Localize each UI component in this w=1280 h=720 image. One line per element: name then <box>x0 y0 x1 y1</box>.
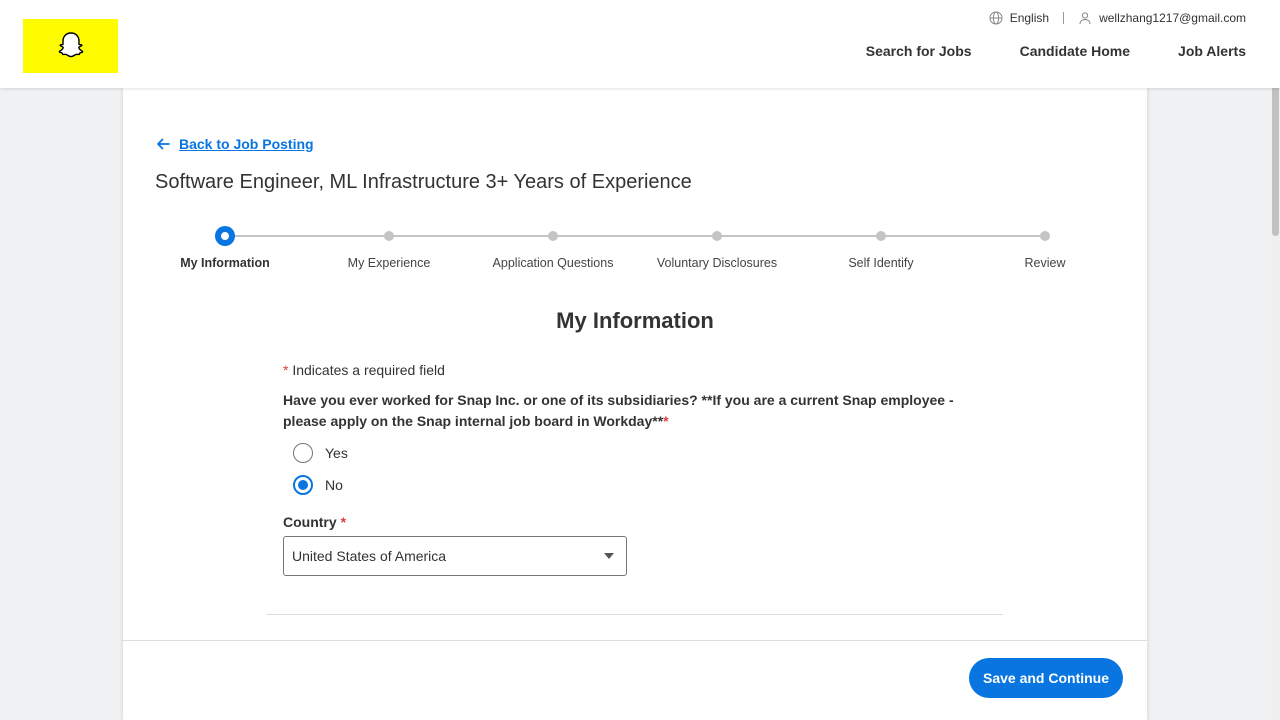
step-indicator <box>1040 231 1050 241</box>
step-indicator <box>384 231 394 241</box>
required-asterisk: * <box>663 413 669 429</box>
my-information-form: * Indicates a required field Have you ev… <box>283 362 983 576</box>
step-self-identify: Self Identify <box>801 228 961 270</box>
language-selector[interactable]: English <box>1010 11 1049 25</box>
country-value: United States of America <box>292 548 447 564</box>
step-indicator <box>876 231 886 241</box>
back-to-job-posting-link[interactable]: Back to Job Posting <box>155 136 314 152</box>
user-icon <box>1078 11 1092 25</box>
country-select[interactable]: United States of America <box>283 536 627 576</box>
chevron-down-icon <box>604 553 614 559</box>
main-nav: Search for Jobs Candidate Home Job Alert… <box>818 43 1246 59</box>
step-voluntary-disclosures: Voluntary Disclosures <box>637 228 797 270</box>
nav-candidate-home[interactable]: Candidate Home <box>1020 43 1130 59</box>
step-my-experience: My Experience <box>309 228 469 270</box>
back-link-label: Back to Job Posting <box>179 136 314 152</box>
step-label: Review <box>1024 256 1066 270</box>
step-label: Application Questions <box>492 256 614 270</box>
progress-stepper: My Information My Experience Application… <box>123 226 1147 278</box>
question-text: Have you ever worked for Snap Inc. or on… <box>283 392 954 429</box>
step-review: Review <box>965 228 1125 270</box>
radio-button-no-selected[interactable] <box>293 475 313 495</box>
required-field-note: * Indicates a required field <box>283 362 983 378</box>
step-application-questions: Application Questions <box>473 228 633 270</box>
step-indicator <box>548 231 558 241</box>
radio-label: Yes <box>325 445 348 461</box>
country-label-text: Country <box>283 514 337 530</box>
country-label: Country * <box>283 514 983 530</box>
radio-button-yes[interactable] <box>293 443 313 463</box>
section-title: My Information <box>556 308 714 333</box>
top-bar: English wellzhang1217@gmail.com Search f… <box>0 0 1280 88</box>
step-label: My Information <box>180 256 270 270</box>
required-asterisk: * <box>340 514 347 530</box>
required-note-text: Indicates a required field <box>292 362 445 378</box>
radio-option-yes[interactable]: Yes <box>293 442 983 464</box>
save-and-continue-button[interactable]: Save and Continue <box>969 658 1123 698</box>
ghost-icon <box>58 32 83 58</box>
nav-job-alerts[interactable]: Job Alerts <box>1178 43 1246 59</box>
step-label: Voluntary Disclosures <box>656 256 778 270</box>
step-label: My Experience <box>347 256 431 270</box>
step-indicator <box>712 231 722 241</box>
step-indicator-active <box>215 226 235 246</box>
nav-search-for-jobs[interactable]: Search for Jobs <box>866 43 972 59</box>
page-scrollbar[interactable] <box>1270 0 1280 720</box>
required-asterisk: * <box>283 362 289 378</box>
user-account-menu[interactable]: wellzhang1217@gmail.com <box>1099 11 1246 25</box>
application-card: Back to Job Posting Software Engineer, M… <box>123 88 1147 720</box>
globe-icon <box>989 11 1003 25</box>
form-footer: Save and Continue <box>123 640 1147 720</box>
arrow-left-icon <box>157 138 170 150</box>
divider <box>1063 12 1065 24</box>
snapchat-logo[interactable] <box>23 19 118 73</box>
radio-label: No <box>325 477 343 493</box>
previous-worker-question: Have you ever worked for Snap Inc. or on… <box>283 390 983 432</box>
step-label: Self Identify <box>848 256 914 270</box>
form-divider <box>266 614 1003 615</box>
step-my-information: My Information <box>145 226 305 270</box>
radio-option-no[interactable]: No <box>293 474 983 496</box>
job-title: Software Engineer, ML Infrastructure 3+ … <box>155 171 692 193</box>
utility-bar: English wellzhang1217@gmail.com <box>989 11 1246 25</box>
